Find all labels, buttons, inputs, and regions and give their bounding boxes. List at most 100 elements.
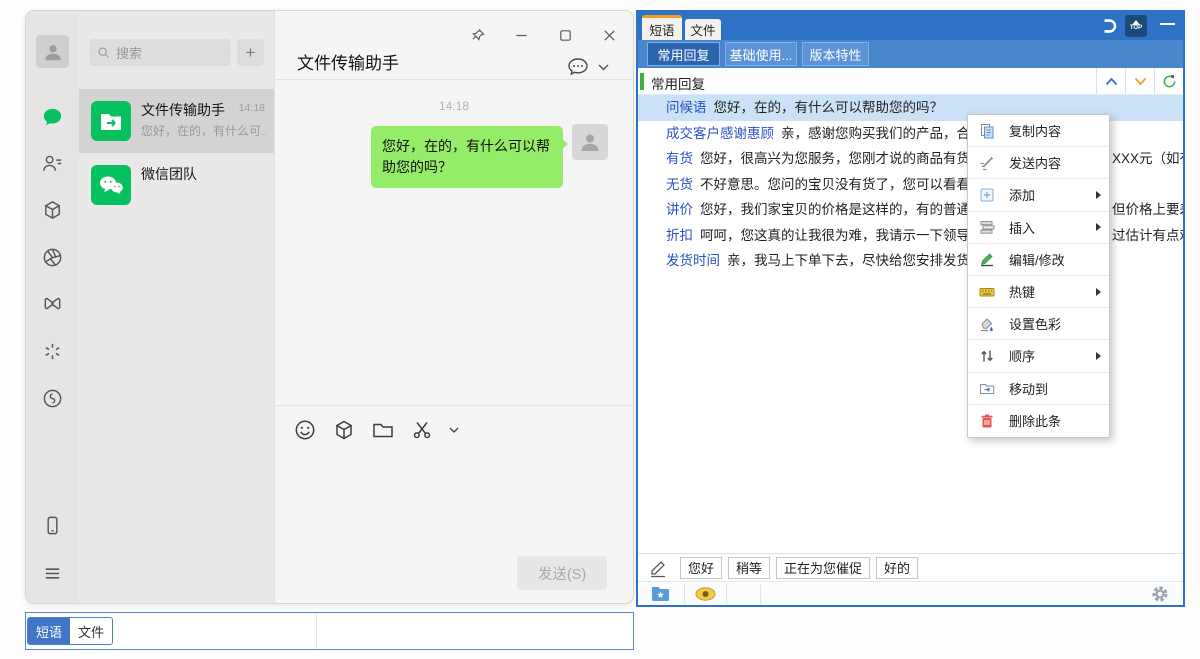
mini-tab-2[interactable]: 文件 xyxy=(70,618,112,644)
menu-item-delete[interactable]: 删除此条 xyxy=(968,405,1109,437)
chat-list: 搜索 + 文件传输助手14:18您好，在的，有什么可...微信团队 xyxy=(79,11,274,603)
search-input[interactable]: 搜索 xyxy=(89,39,231,66)
pin-icon[interactable] xyxy=(470,28,485,43)
submenu-arrow-icon xyxy=(1096,223,1101,231)
file-transfer-icon xyxy=(91,101,131,141)
menu-item-label: 删除此条 xyxy=(1009,411,1101,430)
chat-item-time: 14:18 xyxy=(239,102,265,114)
reply-label: 问候语 xyxy=(666,100,707,115)
menu-item-color[interactable]: 设置色彩 xyxy=(968,308,1109,340)
top-label: TOP xyxy=(1130,25,1142,32)
copy-icon xyxy=(979,123,995,139)
panel-minimize-icon[interactable] xyxy=(1160,23,1175,25)
quick-phrase-row: 您好稍等正在为您催促好的 xyxy=(638,553,1183,581)
time-divider: 14:18 xyxy=(275,99,633,113)
section-header: 常用回复 xyxy=(638,68,1183,95)
contacts-icon[interactable] xyxy=(41,152,64,175)
panel-tab-2[interactable]: 文件 xyxy=(685,19,721,40)
menu-item-add[interactable]: 添加 xyxy=(968,179,1109,211)
menu-item-copy[interactable]: 复制内容 xyxy=(968,115,1109,147)
chat-item-name: 微信团队 xyxy=(141,164,197,184)
subtab-1[interactable]: 常用回复 xyxy=(647,42,720,66)
message-avatar[interactable] xyxy=(572,124,608,160)
menu-item-insert[interactable]: 插入 xyxy=(968,212,1109,244)
divider xyxy=(684,584,685,604)
send-button[interactable]: 发送(S) xyxy=(517,556,607,590)
menu-item-label: 设置色彩 xyxy=(1009,314,1101,333)
delete-icon xyxy=(979,413,995,429)
panel-tab-1[interactable]: 短语 xyxy=(642,15,682,40)
search-icon xyxy=(97,46,110,59)
favorites-icon[interactable] xyxy=(41,199,64,222)
menu-item-edit[interactable]: 编辑/修改 xyxy=(968,244,1109,276)
mini-window: 短语文件 xyxy=(25,612,634,650)
minimize-icon[interactable] xyxy=(514,28,529,43)
panel-titlebar: 短语文件 TOP xyxy=(638,12,1183,40)
maximize-icon[interactable] xyxy=(558,28,573,43)
quick-phrase-button[interactable]: 您好 xyxy=(680,557,722,579)
toolbar-divider xyxy=(275,405,633,406)
reply-label: 折扣 xyxy=(666,228,693,243)
chat-item-name: 文件传输助手 xyxy=(141,100,225,120)
magnet-icon[interactable] xyxy=(1101,16,1121,36)
edit-icon xyxy=(979,251,995,267)
quick-phrase-button[interactable]: 稍等 xyxy=(728,557,770,579)
user-avatar[interactable] xyxy=(36,35,69,68)
chevron-down-icon[interactable] xyxy=(598,64,609,71)
order-icon xyxy=(979,348,995,364)
menu-item-hotkey[interactable]: 热键 xyxy=(968,276,1109,308)
chat-title: 文件传输助手 xyxy=(297,49,399,74)
submenu-arrow-icon xyxy=(1096,288,1101,296)
person-icon xyxy=(42,41,64,63)
pin-to-top-button[interactable]: TOP xyxy=(1125,15,1147,37)
search-placeholder: 搜索 xyxy=(116,43,142,62)
move-down-button[interactable] xyxy=(1125,68,1154,94)
menu-item-move[interactable]: 移动到 xyxy=(968,373,1109,405)
menu-icon[interactable] xyxy=(41,562,64,585)
chat-icon[interactable] xyxy=(41,106,64,129)
context-menu: 复制内容发送内容添加插入编辑/修改热键设置色彩顺序移动到删除此条 xyxy=(967,114,1110,438)
menu-item-order[interactable]: 顺序 xyxy=(968,340,1109,372)
chevron-down-icon[interactable] xyxy=(449,427,459,434)
menu-item-label: 顺序 xyxy=(1009,346,1096,365)
add-chat-button[interactable]: + xyxy=(237,39,264,66)
eye-icon[interactable] xyxy=(695,587,716,601)
reply-label: 无货 xyxy=(666,177,693,192)
message-bubble[interactable]: 您好，在的，有什么可以帮助您的吗？ xyxy=(371,126,563,188)
menu-item-label: 添加 xyxy=(1009,185,1096,204)
subtab-2[interactable]: 基础使用... xyxy=(725,42,797,66)
menu-item-label: 移动到 xyxy=(1009,379,1101,398)
divider xyxy=(726,584,727,604)
reply-text: 呵呵，您这真的让我很为难，我请示一下领导，看能 xyxy=(700,228,1011,243)
chat-list-item[interactable]: 文件传输助手14:18您好，在的，有什么可... xyxy=(79,89,274,153)
wechat-team-icon xyxy=(91,165,131,205)
phone-icon[interactable] xyxy=(41,514,64,537)
moments-icon[interactable] xyxy=(41,246,64,269)
more-bubble-icon[interactable] xyxy=(566,57,590,77)
quick-phrase-button[interactable]: 好的 xyxy=(876,557,918,579)
file-cube-icon[interactable] xyxy=(332,418,356,442)
reply-text: 您好，在的，有什么可以帮助您的吗？ xyxy=(714,100,944,115)
close-icon[interactable] xyxy=(602,28,617,43)
chat-list-item[interactable]: 微信团队 xyxy=(79,153,274,217)
menu-item-label: 插入 xyxy=(1009,218,1096,237)
edit-phrases-icon[interactable] xyxy=(648,558,670,578)
chat-pane: 文件传输助手 14:18 您好，在的，有什么可以帮助您的吗？ xyxy=(274,11,633,603)
screenshot-scissors-icon[interactable] xyxy=(410,418,434,442)
menu-item-send[interactable]: 发送内容 xyxy=(968,147,1109,179)
search-spark-icon[interactable] xyxy=(41,340,64,363)
subtab-3[interactable]: 版本特性 xyxy=(802,42,869,66)
reply-text: 亲，我马上下单下去，尽快给您安排发货! xyxy=(727,253,974,268)
mini-programs-icon[interactable] xyxy=(41,387,64,410)
quick-phrase-button[interactable]: 正在为您催促 xyxy=(776,557,870,579)
favorites-folder-icon[interactable] xyxy=(651,585,670,602)
move-up-button[interactable] xyxy=(1096,68,1125,94)
chat-list-items: 文件传输助手14:18您好，在的，有什么可...微信团队 xyxy=(79,89,274,217)
mini-tab-1[interactable]: 短语 xyxy=(28,618,70,644)
person-icon xyxy=(578,130,602,154)
folder-icon[interactable] xyxy=(371,418,395,442)
gear-icon[interactable] xyxy=(1151,585,1169,603)
channels-icon[interactable] xyxy=(41,293,64,316)
refresh-button[interactable] xyxy=(1154,68,1183,94)
emoji-icon[interactable] xyxy=(293,418,317,442)
